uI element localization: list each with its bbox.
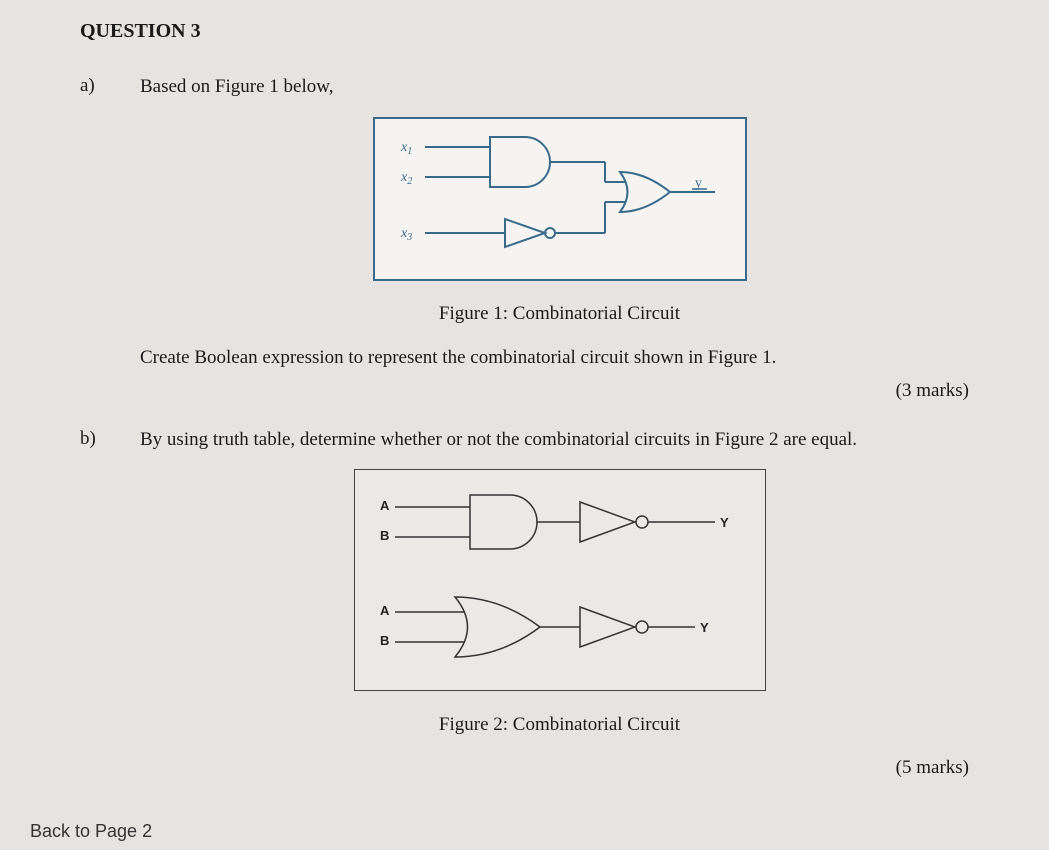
part-a-marks: (3 marks): [140, 377, 979, 406]
part-a-content: Based on Figure 1 below, x1 x2 x3: [140, 73, 979, 406]
part-b-intro: By using truth table, determine whether …: [140, 426, 979, 455]
part-a-label: a): [80, 73, 140, 406]
part-a-intro: Based on Figure 1 below,: [140, 73, 979, 102]
svg-text:A: A: [380, 498, 390, 513]
circuit-diagram-2: A B Y A B: [380, 485, 740, 675]
svg-text:B: B: [380, 528, 389, 543]
question-title: QUESTION 3: [80, 20, 979, 43]
svg-text:x1: x1: [400, 140, 412, 157]
figure-2-caption: Figure 2: Combinatorial Circuit: [140, 711, 979, 740]
part-a: a) Based on Figure 1 below, x1 x2: [80, 73, 979, 406]
part-a-instruction: Create Boolean expression to represent t…: [140, 344, 979, 373]
svg-text:A: A: [380, 603, 390, 618]
part-b: b) By using truth table, determine wheth…: [80, 426, 979, 783]
part-b-content: By using truth table, determine whether …: [140, 426, 979, 783]
svg-text:x2: x2: [400, 170, 412, 187]
svg-text:Y: Y: [700, 620, 709, 635]
back-to-page-link[interactable]: Back to Page 2: [30, 821, 152, 842]
part-b-marks: (5 marks): [140, 754, 979, 783]
figure-2-box: A B Y A B: [354, 469, 766, 691]
figure-1-box: x1 x2 x3: [373, 117, 747, 281]
part-b-label: b): [80, 426, 140, 783]
svg-text:B: B: [380, 633, 389, 648]
svg-text:Y: Y: [720, 515, 729, 530]
figure-2-container: A B Y A B: [140, 469, 979, 739]
svg-text:x3: x3: [400, 226, 412, 243]
figure-1-container: x1 x2 x3: [140, 117, 979, 329]
figure-1-caption: Figure 1: Combinatorial Circuit: [140, 300, 979, 329]
circuit-diagram-1: x1 x2 x3: [395, 129, 725, 269]
